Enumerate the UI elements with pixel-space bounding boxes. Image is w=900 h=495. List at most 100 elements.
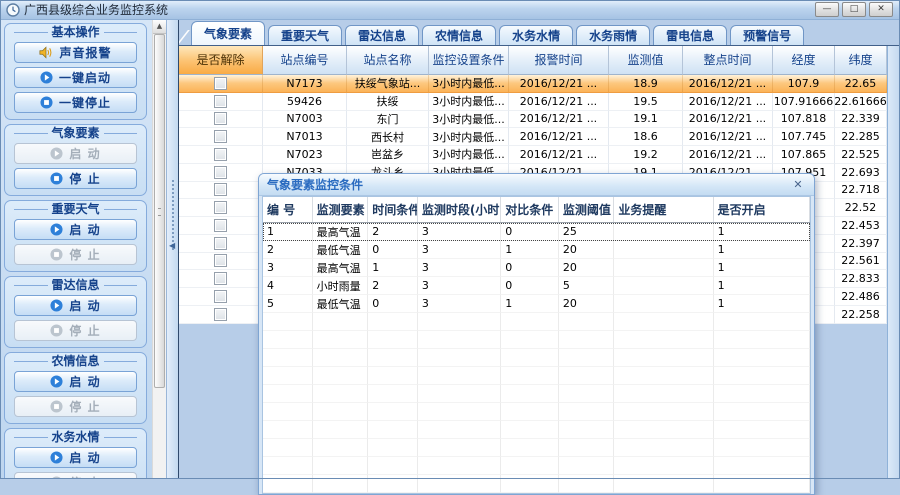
sidebar-scrollbar[interactable]: ▲ xyxy=(152,20,166,479)
play-icon xyxy=(50,223,63,236)
table-row[interactable]: N7013西长村3小时内最低...2016/12/21 ...18.62016/… xyxy=(179,128,887,146)
table-cell: 3小时内最低... xyxy=(429,75,509,93)
table-cell xyxy=(559,475,615,493)
stop-button[interactable]: 停 止 xyxy=(14,168,137,189)
dialog-title-bar[interactable]: 气象要素监控条件 ✕ xyxy=(259,174,814,196)
splitter-grip[interactable] xyxy=(172,180,174,250)
table-cell: 107.745 xyxy=(773,128,835,146)
dialog-empty-row xyxy=(263,493,810,494)
row-checkbox[interactable] xyxy=(214,183,227,196)
stop-button[interactable]: 停 止 xyxy=(14,320,137,341)
row-checkbox[interactable] xyxy=(214,130,227,143)
table-cell xyxy=(418,367,501,385)
close-button[interactable]: ✕ xyxy=(869,2,893,17)
table-cell xyxy=(714,367,810,385)
table-cell: 18.9 xyxy=(609,75,683,93)
button-label: 启 动 xyxy=(69,297,100,314)
column-header: 业务提醒 xyxy=(614,197,713,222)
maximize-button[interactable]: □ xyxy=(842,2,866,17)
dialog-body: 编 号监测要素时间条件监测时段(小时)对比条件监测阈值业务提醒是否开启 1最高气… xyxy=(262,196,811,494)
checkbox-cell xyxy=(179,128,263,146)
dialog-table-row[interactable]: 2最低气温031201 xyxy=(263,241,810,259)
start-button[interactable]: 启 动 xyxy=(14,295,137,316)
tab-5[interactable]: 水务水情 xyxy=(499,25,573,45)
start-button[interactable]: 一键启动 xyxy=(14,67,137,88)
table-cell xyxy=(263,331,313,349)
dialog-table-row[interactable]: 1最高气温230251 xyxy=(263,223,810,241)
dialog-close-icon[interactable]: ✕ xyxy=(790,178,806,191)
row-checkbox[interactable] xyxy=(214,166,227,179)
sidebar-group: 基本操作声音报警一键启动一键停止 xyxy=(4,23,147,120)
dialog-table-row[interactable]: 3最高气温130201 xyxy=(263,259,810,277)
checkbox-cell xyxy=(179,182,263,200)
stop-icon xyxy=(50,172,63,185)
row-checkbox[interactable] xyxy=(214,290,227,303)
row-checkbox[interactable] xyxy=(214,272,227,285)
start-button[interactable]: 启 动 xyxy=(14,447,137,468)
dialog-empty-row xyxy=(263,385,810,403)
table-cell xyxy=(368,439,418,457)
tab-6[interactable]: 水务雨情 xyxy=(576,25,650,45)
table-cell xyxy=(714,439,810,457)
row-checkbox[interactable] xyxy=(214,95,227,108)
table-cell xyxy=(614,349,713,367)
column-header: 监测时段(小时) xyxy=(418,197,501,222)
table-cell: 18.6 xyxy=(609,128,683,146)
speaker-icon xyxy=(39,46,53,59)
table-cell: 107.818 xyxy=(773,111,835,129)
table-cell: 0 xyxy=(501,277,559,295)
tab-8[interactable]: 预警信号 xyxy=(730,25,804,45)
scrollbar-thumb[interactable] xyxy=(154,34,165,388)
table-row[interactable]: N7003东门3小时内最低...2016/12/21 ...19.12016/1… xyxy=(179,111,887,129)
scroll-up-arrow[interactable]: ▲ xyxy=(153,20,166,34)
table-cell: 小时雨量 xyxy=(313,277,369,295)
table-cell xyxy=(614,385,713,403)
sound-alarm-button[interactable]: 声音报警 xyxy=(14,42,137,63)
column-header: 是否解除 xyxy=(179,46,263,75)
row-checkbox[interactable] xyxy=(214,148,227,161)
stop-button[interactable]: 停 止 xyxy=(14,244,137,265)
tab-4[interactable]: 农情信息 xyxy=(422,25,496,45)
column-header: 编 号 xyxy=(263,197,313,222)
row-checkbox[interactable] xyxy=(214,77,227,90)
start-button[interactable]: 启 动 xyxy=(14,371,137,392)
row-checkbox[interactable] xyxy=(214,219,227,232)
table-cell xyxy=(714,331,810,349)
column-header: 报警时间 xyxy=(509,46,609,75)
table-cell: 22.833 xyxy=(835,270,887,288)
dialog-table-row[interactable]: 4小时雨量23051 xyxy=(263,277,810,295)
panel-splitter[interactable]: ◀ xyxy=(166,20,178,479)
table-cell: 2 xyxy=(263,241,313,259)
stop-button[interactable]: 一键停止 xyxy=(14,92,137,113)
tab-3[interactable]: 雷达信息 xyxy=(345,25,419,45)
row-checkbox[interactable] xyxy=(214,254,227,267)
table-row[interactable]: N7023岜盆乡3小时内最低...2016/12/21 ...19.22016/… xyxy=(179,146,887,164)
table-scrollbar[interactable] xyxy=(887,46,900,479)
table-cell: 22.397 xyxy=(835,235,887,253)
table-row[interactable]: N7173扶绥气象站...3小时内最低...2016/12/21 ...18.9… xyxy=(179,75,887,93)
start-button[interactable]: 启 动 xyxy=(14,219,137,240)
table-cell: 22.258 xyxy=(835,306,887,324)
window-title: 广西县级综合业务监控系统 xyxy=(24,1,168,18)
row-checkbox[interactable] xyxy=(214,237,227,250)
chevron-left-icon[interactable]: ◀ xyxy=(169,242,175,250)
row-checkbox[interactable] xyxy=(214,308,227,321)
stop-button[interactable]: 停 止 xyxy=(14,472,137,479)
row-checkbox[interactable] xyxy=(214,112,227,125)
tab-2[interactable]: 重要天气 xyxy=(268,25,342,45)
stop-button[interactable]: 停 止 xyxy=(14,396,137,417)
table-cell: 0 xyxy=(368,295,418,313)
table-row[interactable]: 59426扶绥3小时内最低...2016/12/21 ...19.52016/1… xyxy=(179,93,887,111)
tab-7[interactable]: 雷电信息 xyxy=(653,25,727,45)
table-cell: 1 xyxy=(714,295,810,313)
start-button[interactable]: 启 动 xyxy=(14,143,137,164)
table-cell xyxy=(313,385,369,403)
minimize-button[interactable]: — xyxy=(815,2,839,17)
dialog-table-row[interactable]: 5最低气温031201 xyxy=(263,295,810,313)
table-cell: 2016/12/21 ... xyxy=(683,146,773,164)
row-checkbox[interactable] xyxy=(214,201,227,214)
table-cell: 19.5 xyxy=(609,93,683,111)
table-cell: 2016/12/21 ... xyxy=(683,128,773,146)
tab-1[interactable]: 气象要素 xyxy=(191,21,265,45)
table-cell xyxy=(559,313,615,331)
